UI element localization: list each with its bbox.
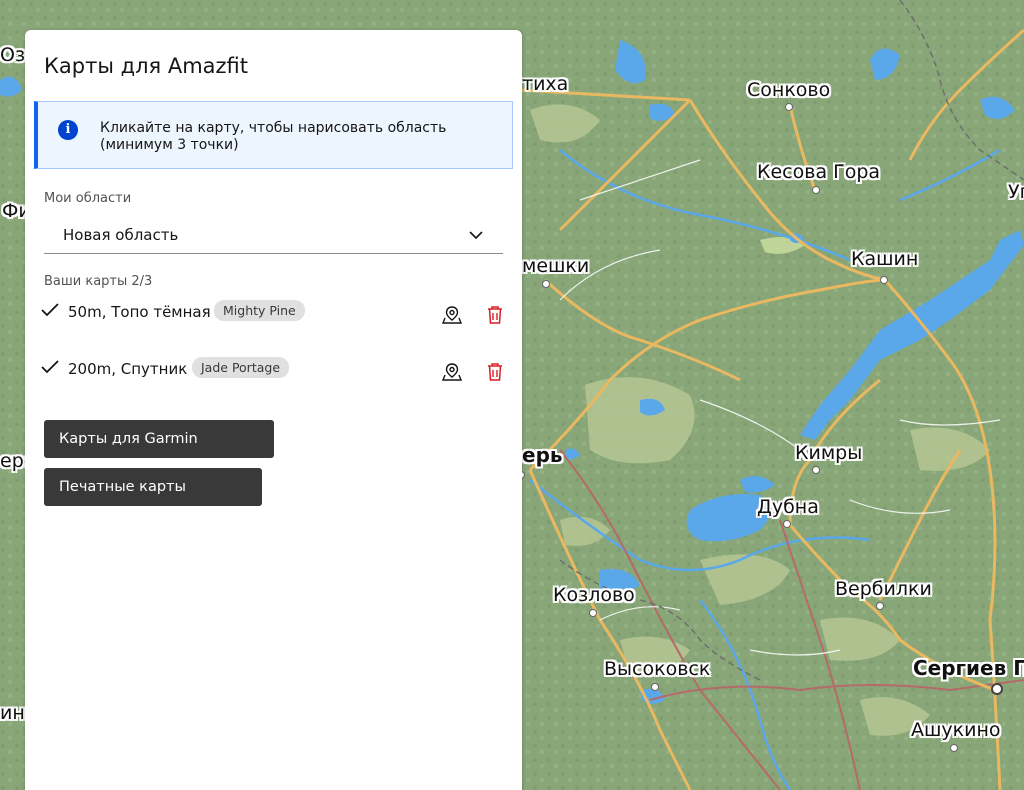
info-notification: i Кликайте на карту, чтобы нарисовать об… — [34, 101, 513, 169]
info-text: Кликайте на карту, чтобы нарисовать обла… — [100, 120, 447, 153]
city-dot-verbilki — [876, 602, 884, 610]
map-label-kimry: Кимры — [795, 442, 863, 464]
city-dot-dubna — [783, 520, 791, 528]
map-list-item: 50m, Топо тёмная Mighty Pine — [40, 298, 510, 328]
chevron-down-icon — [469, 231, 483, 240]
area-select[interactable]: Новая область — [44, 216, 503, 254]
map-label-kozlovo: Козлово — [553, 584, 635, 606]
panel-title: Карты для Amazfit — [44, 54, 249, 78]
trash-icon[interactable] — [484, 304, 506, 326]
map-label-dubna: Дубна — [757, 496, 819, 518]
checkmark-icon — [41, 303, 59, 317]
city-dot-vysokovsk — [651, 683, 659, 691]
map-item-tag: Mighty Pine — [214, 300, 305, 321]
city-dot-ashukino — [950, 744, 958, 752]
locate-on-map-icon[interactable] — [441, 361, 463, 383]
map-item-name: 200m, Спутник — [68, 360, 188, 378]
map-label-meshki: мешки — [522, 255, 590, 277]
map-label-in: ин — [0, 702, 25, 724]
city-dot-meshki — [542, 280, 550, 288]
map-label-vysokovsk: Высоковск — [604, 658, 711, 680]
city-dot-sonkovo — [785, 103, 793, 111]
map-label-kesova: Кесова Гора — [757, 161, 881, 183]
city-dot-kesova — [812, 186, 820, 194]
info-icon: i — [58, 120, 78, 140]
print-maps-button[interactable]: Печатные карты — [44, 468, 262, 506]
area-select-value: Новая область — [63, 226, 179, 244]
city-dot-sergiev — [991, 683, 1003, 695]
map-label-tikha: тиха — [522, 73, 569, 95]
map-label-sonkovo: Сонково — [747, 79, 831, 101]
amazfit-panel: Карты для Amazfit i Кликайте на карту, ч… — [25, 30, 522, 790]
map-item-name: 50m, Топо тёмная — [68, 303, 211, 321]
city-dot-kozlovo — [589, 609, 597, 617]
map-label-verbilki: Вербилки — [835, 578, 932, 600]
map-label-sergiev: Сергиев П — [913, 656, 1024, 680]
map-label-kashin: Кашин — [851, 248, 919, 270]
garmin-maps-button[interactable]: Карты для Garmin — [44, 420, 274, 458]
locate-on-map-icon[interactable] — [441, 304, 463, 326]
trash-icon[interactable] — [484, 361, 506, 383]
map-label-ug: Уг — [1008, 181, 1024, 203]
areas-label: Мои области — [44, 191, 132, 206]
city-dot-kashin — [880, 276, 888, 284]
checkmark-icon — [41, 360, 59, 374]
map-item-tag: Jade Portage — [192, 357, 290, 378]
map-list-item: 200m, Спутник Jade Portage — [40, 355, 510, 385]
map-label-ashukino: Ашукино — [911, 719, 1001, 741]
city-dot-kimry — [812, 466, 820, 474]
map-label-ter: ерь — [522, 443, 563, 467]
maps-label: Ваши карты 2/3 — [44, 274, 153, 289]
